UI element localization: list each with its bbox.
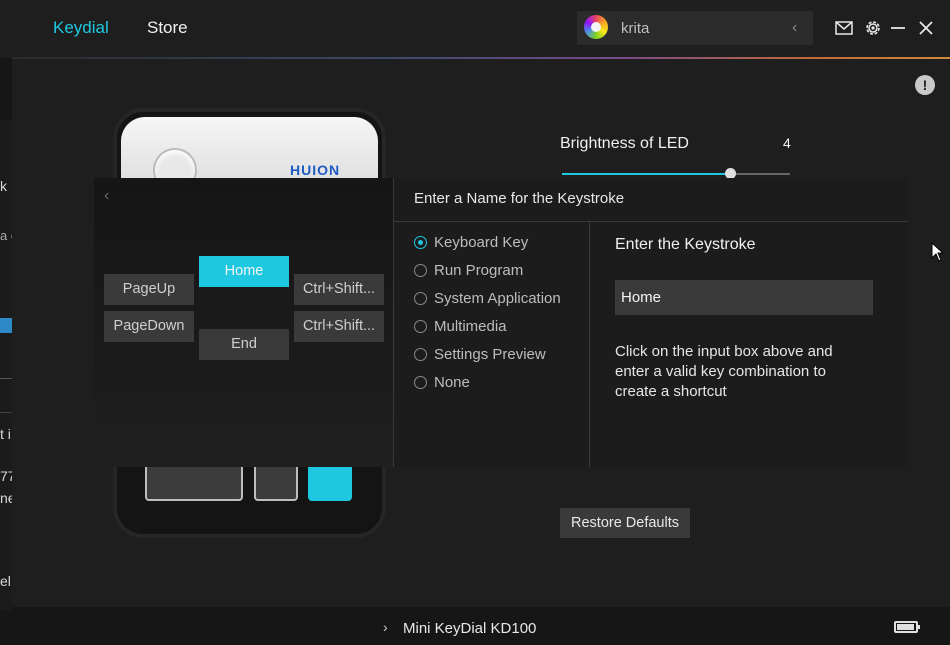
battery-icon [894,621,920,633]
radio-system-application[interactable] [414,292,427,305]
radio-keyboard-key[interactable] [414,236,427,249]
option-system-application[interactable]: System Application [434,290,561,307]
key-pagedown[interactable]: PageDown [104,311,194,342]
back-chevron-icon[interactable]: ‹ [104,187,109,205]
huion-logo: HUION [290,162,341,178]
top-gradient-line [12,57,950,59]
key-ctrl-shift-2[interactable]: Ctrl+Shift... [294,311,384,342]
gear-icon[interactable] [863,18,883,38]
radio-settings-preview[interactable] [414,348,427,361]
key-end[interactable]: End [199,329,289,360]
edge-text-1: k [0,178,7,194]
minimize-icon[interactable] [888,18,908,38]
background-window: k a c t i 77 ne el [0,120,12,610]
warning-icon[interactable]: ! [915,75,935,95]
key-ctrl-shift-1[interactable]: Ctrl+Shift... [294,274,384,305]
radio-run-program[interactable] [414,264,427,277]
option-none[interactable]: None [434,374,470,391]
edge-text-5: ne [0,490,12,506]
chevron-right-icon[interactable]: › [383,619,388,635]
option-run-program[interactable]: Run Program [434,262,523,279]
device-key-highlight [308,463,352,501]
device-key-wide [145,463,243,501]
edge-divider-2 [0,412,12,413]
keystroke-input[interactable] [615,280,873,315]
krita-logo-icon [584,15,608,39]
edge-text-3: t i [0,426,11,442]
keystroke-label: Enter the Keystroke [615,236,756,253]
dialog-title: Enter a Name for the Keystroke [414,190,625,207]
app-name: krita [621,20,650,37]
edge-text-2: a c [0,228,12,243]
tab-keydial[interactable]: Keydial [53,18,109,38]
mouse-cursor-icon [931,241,945,267]
tab-store[interactable]: Store [147,18,188,38]
key-home[interactable]: Home [199,256,289,287]
edge-divider [0,378,12,379]
edge-accent-block [0,318,12,333]
keystroke-help-text: Click on the input box above and enter a… [615,343,833,400]
edge-text-4: 77 [0,468,12,484]
chevron-left-icon[interactable]: ‹ [792,19,797,37]
dialog-mid-divider [589,222,590,467]
mail-icon[interactable] [834,18,854,38]
radio-multimedia[interactable] [414,320,427,333]
app-selector[interactable] [577,11,813,45]
edge-text-6: el [0,573,11,589]
device-model-name[interactable]: Mini KeyDial KD100 [403,620,536,637]
led-label: Brightness of LED [560,135,689,152]
option-keyboard-key[interactable]: Keyboard Key [434,234,528,251]
option-settings-preview[interactable]: Settings Preview [434,346,546,363]
option-multimedia[interactable]: Multimedia [434,318,507,335]
restore-defaults-button[interactable]: Restore Defaults [560,508,690,538]
key-pageup[interactable]: PageUp [104,274,194,305]
radio-none[interactable] [414,376,427,389]
led-value: 4 [783,135,791,151]
close-icon[interactable] [916,18,936,38]
led-slider-fill [562,173,733,175]
device-key-small [254,463,298,501]
